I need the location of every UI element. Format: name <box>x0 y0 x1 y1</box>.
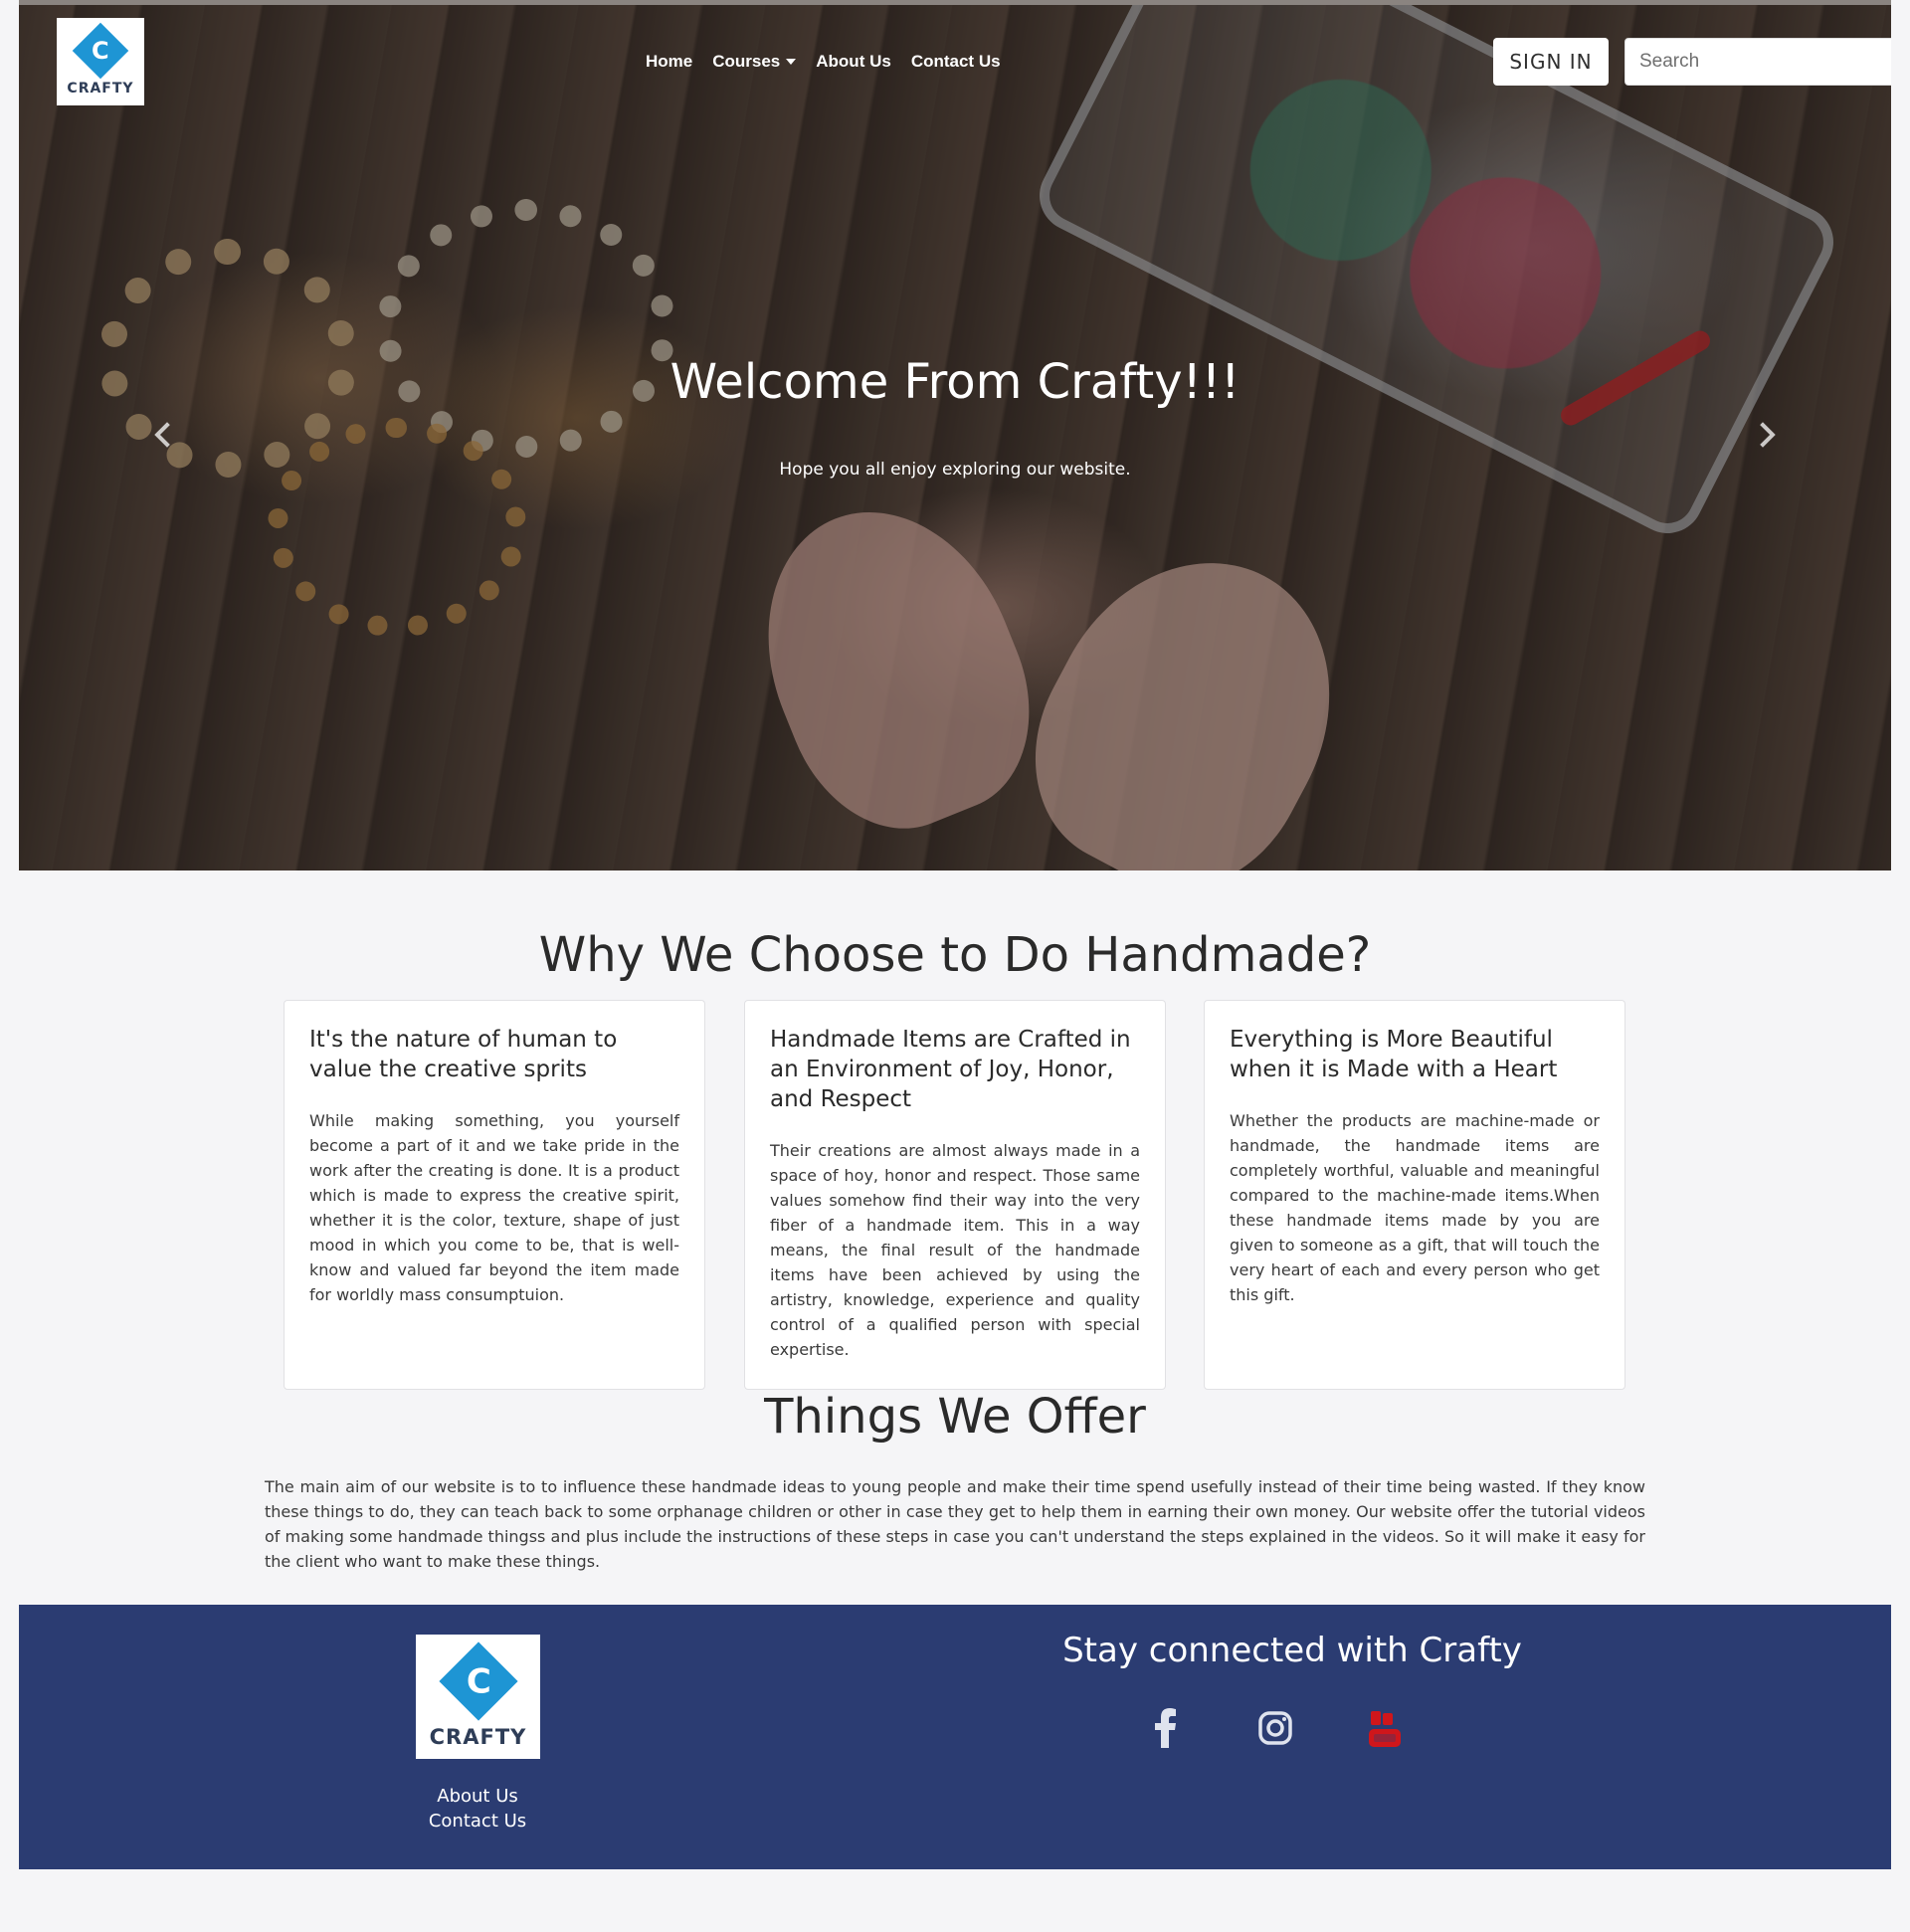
why-section-title: Why We Choose to Do Handmade? <box>538 927 1372 983</box>
offer-section-title: Things We Offer <box>764 1389 1146 1445</box>
reason-card-title: Everything is More Beautiful when it is … <box>1230 1027 1558 1082</box>
instagram-icon[interactable] <box>1253 1706 1297 1750</box>
site-footer: C CRAFTY About Us Contact Us Stay connec… <box>19 1605 1891 1869</box>
reason-card: Everything is More Beautiful when it is … <box>1204 1000 1625 1390</box>
site-logo[interactable]: C CRAFTY <box>57 18 144 105</box>
nav-courses-dropdown[interactable]: Courses <box>712 52 797 72</box>
reason-card-text: Their creations are almost always made i… <box>770 1141 1140 1359</box>
facebook-icon[interactable] <box>1144 1706 1188 1750</box>
stay-connected-title: Stay connected with Crafty <box>1062 1631 1522 1670</box>
reason-card-text: While making something, you yourself bec… <box>309 1111 679 1304</box>
offer-description: The main aim of our website is to to inf… <box>265 1477 1645 1571</box>
main-nav: Home Courses About Us Contact Us <box>646 52 1001 72</box>
search-input[interactable] <box>1624 38 1891 86</box>
logo-diamond-icon: C <box>438 1641 518 1721</box>
footer-logo[interactable]: C CRAFTY <box>416 1635 540 1759</box>
nav-about-us[interactable]: About Us <box>816 52 891 72</box>
nav-contact-us[interactable]: Contact Us <box>911 52 1001 72</box>
youtube-icon[interactable] <box>1363 1706 1407 1750</box>
reason-card-text: Whether the products are machine-made or… <box>1230 1111 1600 1304</box>
nav-courses-label: Courses <box>712 52 781 71</box>
hero-subtitle: Hope you all enjoy exploring our website… <box>779 460 1131 480</box>
logo-diamond-icon: C <box>72 22 129 80</box>
hero-top-border <box>19 0 1891 5</box>
footer-about-link[interactable]: About Us <box>378 1786 577 1807</box>
caret-down-icon <box>786 59 797 65</box>
hero-overlay <box>19 0 1891 870</box>
carousel-next-icon[interactable] <box>1750 418 1786 454</box>
logo-text: CRAFTY <box>429 1724 527 1749</box>
reason-card-title: Handmade Items are Crafted in an Environ… <box>770 1027 1131 1112</box>
footer-contact-link[interactable]: Contact Us <box>378 1811 577 1832</box>
hero-carousel: C CRAFTY Home Courses About Us Contact U… <box>19 0 1891 870</box>
reason-card: It's the nature of human to value the cr… <box>284 1000 705 1390</box>
reason-card: Handmade Items are Crafted in an Environ… <box>744 1000 1166 1390</box>
nav-home[interactable]: Home <box>646 52 692 72</box>
sign-in-button[interactable]: SIGN IN <box>1493 38 1609 86</box>
hero-title: Welcome From Crafty!!! <box>669 354 1241 410</box>
logo-text: CRAFTY <box>67 81 134 97</box>
carousel-prev-icon[interactable] <box>148 418 184 454</box>
reason-card-title: It's the nature of human to value the cr… <box>309 1027 618 1082</box>
